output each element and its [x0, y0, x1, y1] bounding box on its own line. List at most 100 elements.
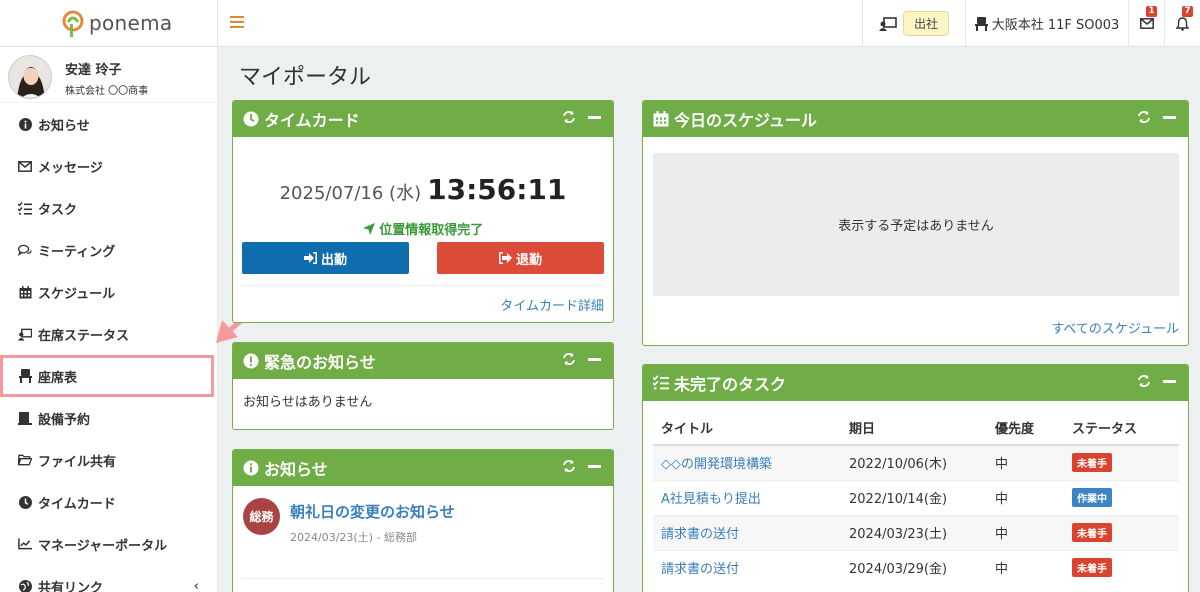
chart-icon	[18, 537, 32, 551]
refresh-icon[interactable]	[562, 352, 576, 366]
sidebar-item-label: メッセージ	[38, 160, 103, 176]
emergency-empty-text: お知らせはありません	[243, 395, 373, 410]
column-header[interactable]: 優先度	[987, 410, 1064, 446]
sidebar-item-schedule[interactable]: スケジュール	[0, 271, 217, 313]
current-time: 13:56:11	[427, 173, 567, 206]
equipment-icon	[18, 411, 32, 425]
current-date: 2025/07/16 (水)	[279, 183, 422, 204]
geo-status-text: 位置情報取得完了	[379, 223, 484, 238]
info-icon	[18, 117, 32, 131]
notices-panel-header: お知らせ	[233, 450, 613, 486]
info-icon	[243, 460, 259, 476]
task-due: 2022/10/06(木)	[841, 444, 987, 480]
notice-title-link[interactable]: 朝礼日の変更のお知らせ	[290, 501, 455, 522]
seat-icon	[974, 16, 988, 31]
task-title-link[interactable]: 請求書の送付	[661, 562, 739, 577]
refresh-icon[interactable]	[1137, 110, 1151, 124]
sidebar-item-shared-links[interactable]: 共有リンク ‹	[0, 565, 217, 592]
sidebar-item-label: タスク	[38, 202, 78, 218]
chat-icon	[18, 243, 32, 257]
seat-label: 大阪本社 11F SO003	[991, 18, 1120, 33]
table-row: 請求書の送付 2024/03/29(金) 中 未着手	[653, 549, 1179, 585]
sidebar-item-meeting[interactable]: ミーティング	[0, 229, 217, 271]
presence-status[interactable]: 出社	[862, 0, 965, 47]
sign-out-icon	[499, 252, 512, 264]
brand[interactable]: ponema	[0, 0, 218, 47]
schedule-panel-header: 今日のスケジュール	[643, 101, 1188, 137]
emergency-panel-header: 緊急のお知らせ	[233, 343, 613, 379]
task-priority: 中	[987, 549, 1064, 585]
notices-panel: お知らせ 総務 朝礼日の変更のお知らせ 2024/03/23(土) - 総務部	[232, 449, 614, 592]
calendar-icon	[18, 285, 32, 299]
task-title-link[interactable]: ◇◇の開発環境構築	[661, 457, 772, 472]
task-title-link[interactable]: 請求書の送付	[661, 527, 739, 542]
minimize-icon[interactable]	[588, 115, 601, 119]
refresh-icon[interactable]	[1137, 374, 1151, 388]
bell-count-badge: 7	[1182, 6, 1193, 17]
clock-in-button[interactable]: 出勤	[242, 242, 409, 274]
column-header[interactable]: ステータス	[1064, 410, 1179, 446]
minimize-icon[interactable]	[588, 357, 601, 361]
column-header[interactable]: 期日	[841, 410, 987, 446]
brand-name: ponema	[89, 11, 173, 35]
task-title-link[interactable]: A社見積もり提出	[661, 492, 761, 507]
sidebar-item-messages[interactable]: メッセージ	[0, 145, 217, 187]
task-due: 2022/10/14(金)	[841, 479, 987, 515]
refresh-icon[interactable]	[562, 110, 576, 124]
clock-icon	[18, 495, 32, 509]
seat-location[interactable]: 大阪本社 11F SO003	[965, 0, 1128, 47]
exclamation-icon	[243, 353, 259, 369]
user-name: 安達 玲子	[65, 63, 122, 78]
mail-count-badge: 1	[1146, 6, 1157, 17]
column-header[interactable]: タイトル	[653, 410, 841, 446]
status-badge: 未着手	[1072, 523, 1112, 542]
sidebar-item-tasks[interactable]: タスク	[0, 187, 217, 229]
sidebar-item-notices[interactable]: お知らせ	[0, 103, 217, 145]
sidebar-item-label: 共有リンク	[38, 580, 104, 592]
all-schedule-link[interactable]: すべてのスケジュール	[1051, 318, 1179, 337]
sidebar-item-presence[interactable]: 在席ステータス	[0, 313, 217, 355]
clock-out-button[interactable]: 退勤	[437, 242, 604, 274]
table-row: ◇◇の開発環境構築 2022/10/06(木) 中 未着手	[653, 444, 1179, 480]
sidebar-item-file-share[interactable]: ファイル共有	[0, 439, 217, 481]
menu-toggle-icon[interactable]	[228, 13, 246, 33]
notice-meta: 2024/03/23(土) - 総務部	[290, 531, 417, 544]
tasks-panel-header: 未完了のタスク	[643, 365, 1188, 401]
location-arrow-icon	[362, 223, 375, 235]
messages-button[interactable]: 1	[1128, 0, 1164, 47]
panel-title: タイムカード	[264, 111, 360, 130]
presence-icon	[18, 327, 32, 341]
minimize-icon[interactable]	[588, 464, 601, 468]
panel-title: お知らせ	[264, 460, 328, 479]
tasks-panel: 未完了のタスク タイトル 期日 優先度 ステータス ◇◇の開発環境構築 2022…	[642, 364, 1189, 592]
sidebar-item-manager-portal[interactable]: マネージャーポータル	[0, 523, 217, 565]
sign-in-icon	[303, 252, 317, 264]
refresh-icon[interactable]	[562, 459, 576, 473]
task-due: 2024/03/23(土)	[841, 514, 987, 550]
clock-in-label: 出勤	[320, 252, 347, 268]
minimize-icon[interactable]	[1163, 115, 1176, 119]
notice-category-badge: 総務	[243, 498, 280, 535]
page-title: マイポータル	[239, 65, 372, 90]
timecard-detail-link[interactable]: タイムカード詳細	[500, 295, 604, 314]
panel-title: 未完了のタスク	[674, 375, 787, 394]
sidebar-item-label: タイムカード	[38, 496, 116, 512]
schedule-empty-text: 表示する予定はありません	[838, 219, 994, 234]
minimize-icon[interactable]	[1163, 379, 1176, 383]
task-due: 2024/03/29(金)	[841, 549, 987, 585]
sidebar-item-seating-chart[interactable]: 座席表	[0, 355, 214, 397]
checklist-icon	[653, 375, 669, 391]
sidebar-item-label: 在席ステータス	[38, 328, 130, 344]
envelope-icon	[18, 159, 32, 173]
status-badge: 未着手	[1072, 558, 1112, 578]
presence-icon	[878, 16, 897, 31]
sidebar-item-timecard[interactable]: タイムカード	[0, 481, 217, 523]
envelope-icon	[1139, 18, 1154, 29]
timecard-panel-header: タイムカード	[233, 101, 613, 137]
notifications-button[interactable]: 7	[1164, 0, 1200, 47]
panel-title: 緊急のお知らせ	[264, 353, 376, 372]
sidebar-item-label: ミーティング	[38, 244, 116, 260]
checklist-icon	[18, 201, 32, 215]
sidebar-item-equipment[interactable]: 設備予約	[0, 397, 217, 439]
user-profile[interactable]: 安達 玲子 株式会社 〇〇商事	[0, 47, 217, 103]
